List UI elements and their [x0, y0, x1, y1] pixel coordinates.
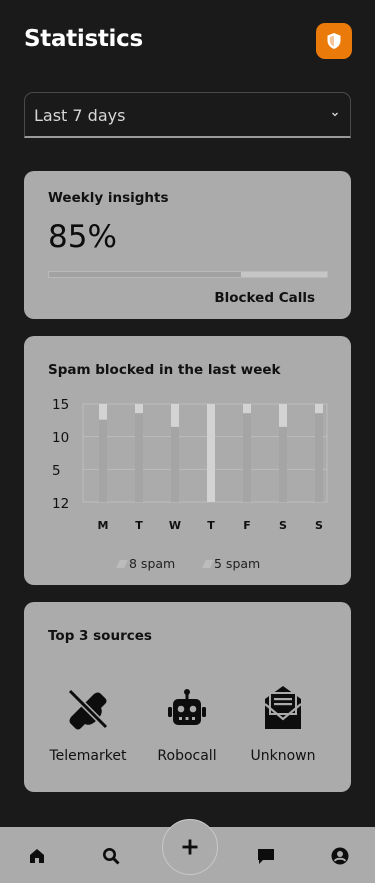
source-label: Telemarket: [49, 748, 127, 764]
spam-bar-chart: [82, 403, 328, 503]
header: Statistics: [0, 0, 375, 80]
period-select-value: Last 7 days: [34, 106, 126, 125]
x-tick-label: M: [97, 519, 109, 532]
plus-icon: [182, 839, 198, 855]
page-title: Statistics: [24, 26, 143, 52]
bar-series-1: [243, 413, 251, 502]
bar-series-2: [99, 404, 107, 420]
source-telemarket[interactable]: Telemarket: [43, 682, 133, 764]
chat-icon[interactable]: [256, 846, 276, 866]
bar-series-2: [243, 404, 251, 414]
shield-icon: [327, 33, 341, 49]
robot-icon: [168, 689, 206, 725]
top-sources-title: Top 3 sources: [48, 628, 152, 644]
blocked-percent: 85%: [48, 219, 117, 255]
progress-label: Blocked Calls: [214, 290, 315, 306]
spam-chart-card: Spam blocked in the last week 15 10 5 12…: [24, 336, 351, 585]
blocked-progress-bar: [48, 271, 328, 278]
account-icon[interactable]: [330, 846, 350, 866]
bar-series-1: [99, 419, 107, 502]
shield-button[interactable]: [316, 23, 352, 59]
bar-series-1: [135, 413, 143, 502]
legend-label: 8 spam: [129, 556, 176, 571]
period-select[interactable]: Last 7 days: [24, 92, 351, 138]
source-label: Unknown: [250, 748, 316, 764]
x-tick-label: S: [315, 519, 323, 532]
weekly-insights-card: Weekly insights 85% Blocked Calls: [24, 171, 351, 319]
source-unknown[interactable]: Unknown: [238, 682, 328, 764]
bar-series-1: [171, 426, 179, 502]
plot-frame: [82, 403, 328, 503]
x-tick-label: S: [279, 519, 287, 532]
progress-remainder: [240, 272, 327, 277]
phone-disabled-icon: [67, 688, 109, 730]
bar-series-1: [207, 404, 215, 502]
legend-label: 5 spam: [214, 556, 261, 571]
bar-series-2: [171, 404, 179, 427]
source-robocall[interactable]: Robocall: [142, 682, 232, 764]
x-tick-label: T: [135, 519, 143, 532]
x-tick-label: F: [243, 519, 251, 532]
chevron-down-icon: [332, 112, 338, 117]
search-icon[interactable]: [101, 846, 121, 866]
top-sources-card: Top 3 sources Telemarket Robocall Unknow…: [24, 602, 351, 792]
x-tick-label: W: [168, 519, 182, 532]
bar-series-2: [279, 404, 287, 427]
add-button[interactable]: [162, 819, 218, 875]
bar-series-1: [315, 413, 323, 502]
x-tick-label: T: [207, 519, 215, 532]
home-icon[interactable]: [27, 846, 47, 866]
envelope-open-icon: [264, 686, 302, 729]
bar-series-1: [279, 426, 287, 502]
weekly-insights-title: Weekly insights: [48, 190, 169, 206]
bar-series-2: [315, 404, 323, 414]
source-label: Robocall: [157, 748, 217, 764]
bar-series-2: [135, 404, 143, 414]
